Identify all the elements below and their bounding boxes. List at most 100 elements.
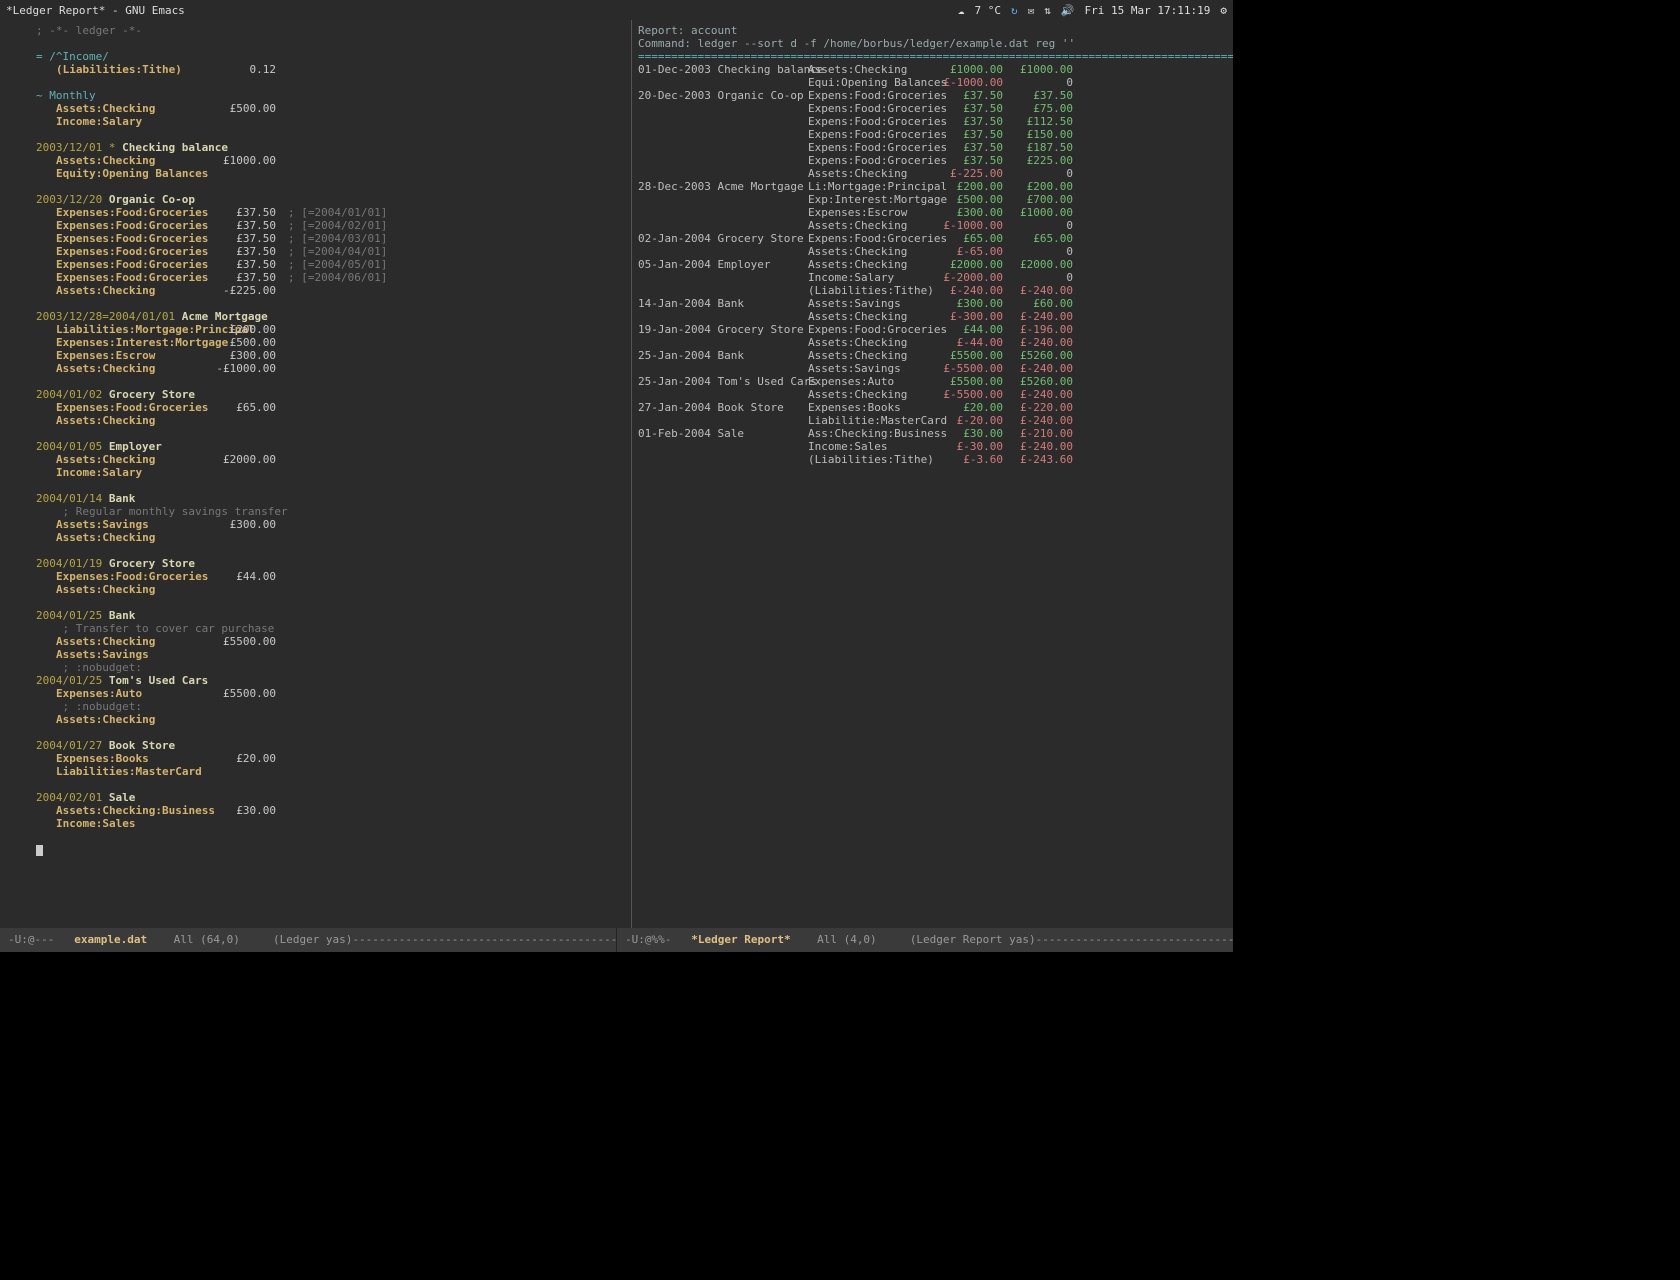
modeline-left: -U:@--- example.dat All (64,0) (Ledger y… [0,928,616,952]
posting-line: Assets:Checking [36,713,625,726]
network-icon[interactable]: ⇅ [1044,4,1051,17]
settings-gear-icon[interactable]: ⚙ [1220,4,1227,17]
report-row: 14-Jan-2004 BankAssets:Savings£300.00£60… [638,297,1227,310]
posting-line: Assets:Checking:Business£30.00 [36,804,625,817]
text-cursor [36,845,43,856]
transaction-header: 2004/01/19 Grocery Store [36,557,625,570]
report-row: Equi:Opening Balances£-1000.000 [638,76,1227,89]
report-row: Liabilitie:MasterCard£-20.00£-240.00 [638,414,1227,427]
report-row: Expens:Food:Groceries£37.50£112.50 [638,115,1227,128]
reload-icon[interactable]: ↻ [1011,4,1018,17]
posting-line: Expenses:Food:Groceries£37.50; [=2004/04… [36,245,625,258]
posting-line: Assets:Savings [36,648,625,661]
window-title: *Ledger Report* - GNU Emacs [6,4,185,17]
posting-line: Assets:Checking [36,414,625,427]
posting-line: Assets:Checking-£225.00 [36,284,625,297]
posting-line: Expenses:Books£20.00 [36,752,625,765]
automated-xact-expr: = /^Income/ [36,50,109,63]
report-row: Assets:Checking£-300.00£-240.00 [638,310,1227,323]
transaction-header: 2004/01/25 Tom's Used Cars [36,674,625,687]
posting-comment: ; Transfer to cover car purchase [36,622,274,635]
posting-line: Expenses:Escrow£300.00 [36,349,625,362]
report-row: (Liabilities:Tithe)£-240.00£-240.00 [638,284,1227,297]
posting-comment: ; :nobudget: [36,661,142,674]
file-mode-comment: ; -*- ledger -*- [36,24,142,37]
posting-line: Assets:Checking-£1000.00 [36,362,625,375]
buffer-name-right: *Ledger Report* [691,933,790,946]
modeline-right: -U:@%%- *Ledger Report* All (4,0) (Ledge… [616,928,1233,952]
report-row: 01-Dec-2003 Checking balanceAssets:Check… [638,63,1227,76]
posting-line: Assets:Checking£1000.00 [36,154,625,167]
report-row: Assets:Checking£-225.000 [638,167,1227,180]
report-row: 05-Jan-2004 EmployerAssets:Checking£2000… [638,258,1227,271]
report-row: Assets:Savings£-5500.00£-240.00 [638,362,1227,375]
report-command: Command: ledger --sort d -f /home/borbus… [638,37,1075,50]
report-row: Assets:Checking£-1000.000 [638,219,1227,232]
report-row: 20-Dec-2003 Organic Co-opExpens:Food:Gro… [638,89,1227,102]
posting-line: Assets:Checking£5500.00 [36,635,625,648]
posting-line: Income:Salary [36,466,625,479]
posting-line: Expenses:Food:Groceries£37.50; [=2004/05… [36,258,625,271]
desktop-topbar: *Ledger Report* - GNU Emacs ☁ 7 °C ↻ ✉ ⇅… [0,0,1233,20]
report-separator: ========================================… [638,50,1233,63]
transaction-header: 2004/02/01 Sale [36,791,625,804]
weather-icon[interactable]: ☁ [958,4,965,17]
volume-icon[interactable]: 🔊 [1061,4,1075,17]
clock-text: Fri 15 Mar 17:11:19 [1085,4,1211,17]
transaction-header: 2003/12/28=2004/01/01 Acme Mortgage [36,310,625,323]
posting-line: Assets:Checking£2000.00 [36,453,625,466]
report-row: Expens:Food:Groceries£37.50£150.00 [638,128,1227,141]
report-row: 01-Feb-2004 SaleAss:Checking:Business£30… [638,427,1227,440]
report-row: Assets:Checking£-44.00£-240.00 [638,336,1227,349]
posting-line: (Liabilities:Tithe)0.12 [36,63,625,76]
posting-line: Assets:Checking [36,583,625,596]
posting-comment: ; :nobudget: [36,700,142,713]
report-row: Exp:Interest:Mortgage£500.00£700.00 [638,193,1227,206]
posting-line: Equity:Opening Balances [36,167,625,180]
posting-line: Expenses:Interest:Mortgage£500.00 [36,336,625,349]
periodic-xact-period: ~ Monthly [36,89,96,102]
posting-line: Income:Salary [36,115,625,128]
mail-icon[interactable]: ✉ [1028,4,1035,17]
posting-line: Expenses:Food:Groceries£44.00 [36,570,625,583]
posting-line: Expenses:Food:Groceries£37.50; [=2004/06… [36,271,625,284]
posting-line: Expenses:Food:Groceries£65.00 [36,401,625,414]
report-row: Income:Salary£-2000.000 [638,271,1227,284]
posting-line: Expenses:Food:Groceries£37.50; [=2004/01… [36,206,625,219]
weather-text: 7 °C [974,4,1001,17]
posting-line: Liabilities:Mortgage:Principal£200.00 [36,323,625,336]
report-row: Expens:Food:Groceries£37.50£225.00 [638,154,1227,167]
posting-line: Expenses:Auto£5500.00 [36,687,625,700]
transaction-header: 2004/01/02 Grocery Store [36,388,625,401]
report-row: 27-Jan-2004 Book StoreExpenses:Books£20.… [638,401,1227,414]
transaction-header: 2004/01/14 Bank [36,492,625,505]
transaction-header: 2004/01/05 Employer [36,440,625,453]
posting-line: Liabilities:MasterCard [36,765,625,778]
report-title: Report: account [638,24,737,37]
report-row: Assets:Checking£-5500.00£-240.00 [638,388,1227,401]
report-row: 28-Dec-2003 Acme MortgageLi:Mortgage:Pri… [638,180,1227,193]
report-row: 25-Jan-2004 BankAssets:Checking£5500.00£… [638,349,1227,362]
report-row: Expenses:Escrow£300.00£1000.00 [638,206,1227,219]
report-row: 25-Jan-2004 Tom's Used CarsExpenses:Auto… [638,375,1227,388]
posting-line: Assets:Checking [36,531,625,544]
report-row: Expens:Food:Groceries£37.50£75.00 [638,102,1227,115]
transaction-header: 2003/12/01 * Checking balance [36,141,625,154]
posting-line: Income:Sales [36,817,625,830]
report-row: Assets:Checking£-65.000 [638,245,1227,258]
report-row: (Liabilities:Tithe)£-3.60£-243.60 [638,453,1227,466]
ledger-source-buffer[interactable]: ; -*- ledger -*- = /^Income/ (Liabilitie… [0,20,631,928]
posting-line: Expenses:Food:Groceries£37.50; [=2004/02… [36,219,625,232]
transaction-header: 2003/12/20 Organic Co-op [36,193,625,206]
ledger-report-buffer[interactable]: Report: account Command: ledger --sort d… [631,20,1233,928]
buffer-name-left: example.dat [74,933,147,946]
transaction-header: 2004/01/27 Book Store [36,739,625,752]
report-row: 02-Jan-2004 Grocery StoreExpens:Food:Gro… [638,232,1227,245]
report-row: Income:Sales£-30.00£-240.00 [638,440,1227,453]
transaction-header: 2004/01/25 Bank [36,609,625,622]
posting-line: Assets:Checking£500.00 [36,102,625,115]
posting-line: Expenses:Food:Groceries£37.50; [=2004/03… [36,232,625,245]
posting-line: Assets:Savings£300.00 [36,518,625,531]
posting-comment: ; Regular monthly savings transfer [36,505,288,518]
report-row: 19-Jan-2004 Grocery StoreExpens:Food:Gro… [638,323,1227,336]
